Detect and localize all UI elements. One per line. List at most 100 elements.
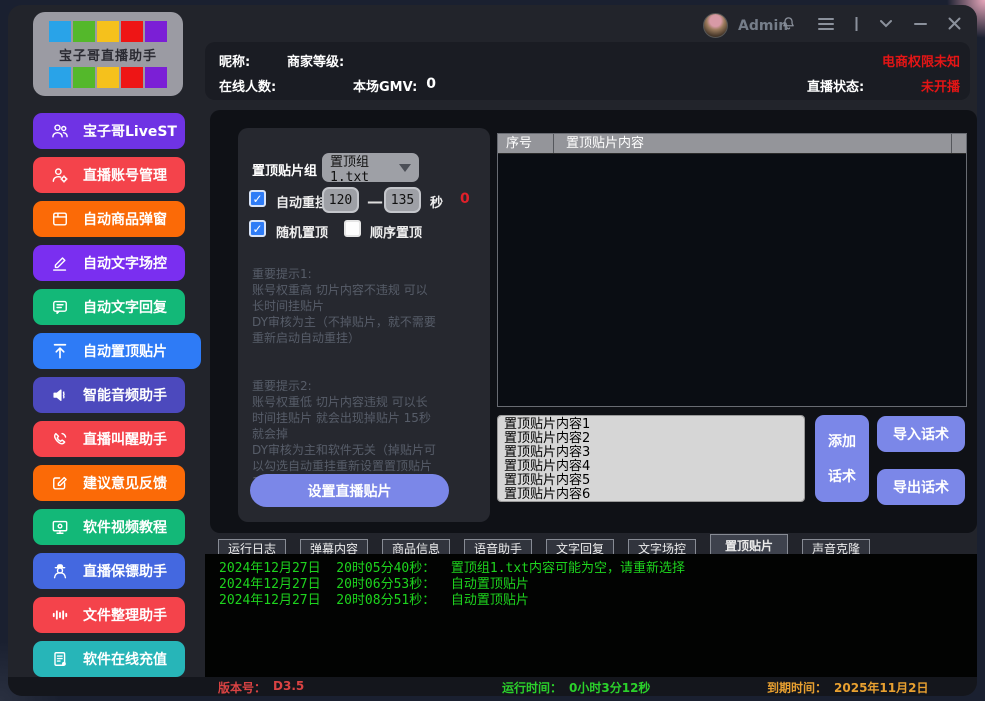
table-header-content: 置顶贴片内容: [554, 134, 952, 153]
logo-block: [145, 67, 167, 88]
video-tutorial-icon: [50, 517, 70, 537]
minimize-icon[interactable]: [914, 22, 927, 26]
range-dash: —: [367, 192, 383, 211]
pin-group-selected-value: 置顶组1.txt: [330, 151, 393, 185]
phone-icon: [50, 429, 70, 449]
sidebar-item-feedback[interactable]: 建议意见反馈: [33, 465, 185, 501]
desktop-background: 宝子哥直播助手 Admin: [0, 0, 985, 701]
rehang-max-input[interactable]: [384, 187, 421, 213]
auto-rehang-checkbox[interactable]: ✓: [249, 190, 266, 207]
runtime-value: 0小时3分12秒: [569, 679, 650, 696]
sidebar-item-pin-top[interactable]: 自动置顶贴片: [33, 333, 201, 369]
sidebar-item-label: 直播保镖助手: [83, 561, 167, 581]
live-status-label: 直播状态:: [807, 76, 864, 95]
sidebar-item-label: 软件视频教程: [83, 517, 167, 537]
logo-block: [121, 67, 143, 88]
logo-color-blocks-bottom: [49, 67, 167, 88]
sidebar-item-label: 自动商品弹窗: [83, 209, 167, 229]
close-icon[interactable]: [948, 17, 961, 30]
nickname-label: 昵称:: [219, 51, 250, 70]
waveform-icon: [50, 605, 70, 625]
sidebar-item-product-popup[interactable]: 自动商品弹窗: [33, 201, 185, 237]
pin-group-select[interactable]: 置顶组1.txt: [322, 153, 419, 182]
rehang-min-input[interactable]: [322, 187, 359, 213]
sidebar-item-label: 智能音频助手: [83, 385, 167, 405]
hint-1: 重要提示1: 账号权重高 切片内容不违规 可以 长时间挂贴片 DY审核为主（不掉…: [252, 266, 482, 346]
logo-block: [97, 21, 119, 42]
recharge-doc-icon: [50, 649, 70, 669]
import-phrases-button[interactable]: 导入话术: [877, 416, 965, 452]
menu-icon[interactable]: [818, 17, 834, 31]
people-icon: [50, 121, 70, 141]
chevron-down-icon[interactable]: [879, 19, 893, 28]
account-gear-icon: [50, 165, 70, 185]
sidebar-item-label: 自动置顶贴片: [83, 341, 167, 361]
table-header-stub: [952, 134, 966, 153]
set-live-sticker-button[interactable]: 设置直播贴片: [250, 474, 449, 507]
table-header: 序号 置顶贴片内容: [498, 134, 966, 154]
add-phrase-button[interactable]: 添加 话术: [815, 415, 869, 502]
sidebar-item-text-reply[interactable]: 自动文字回复: [33, 289, 185, 325]
dropdown-arrow-icon: [399, 164, 411, 172]
sidebar-item-online-recharge[interactable]: 软件在线充值: [33, 641, 185, 677]
logo-block: [97, 67, 119, 88]
runtime-label: 运行时间：: [502, 679, 562, 696]
logo-block: [73, 21, 95, 42]
phrase-list-input[interactable]: 置顶贴片内容1 置顶贴片内容2 置顶贴片内容3 置顶贴片内容4 置顶贴片内容5 …: [497, 415, 805, 502]
table-header-index: 序号: [498, 134, 554, 153]
export-phrases-button[interactable]: 导出话术: [877, 469, 965, 505]
status-bar: 版本号： D3.5 运行时间： 0小时3分12秒 到期时间： 2025年11月2…: [8, 677, 977, 696]
version-value: D3.5: [273, 679, 304, 696]
log-entry: 2024年12月27日 20时06分53秒： 自动置顶贴片: [219, 577, 977, 593]
chat-reply-icon: [50, 297, 70, 317]
random-pin-checkbox[interactable]: ✓: [249, 220, 266, 237]
pin-content-table[interactable]: 序号 置顶贴片内容: [497, 133, 967, 407]
sidebar-item-label: 文件整理助手: [83, 605, 167, 625]
bell-icon[interactable]: [780, 15, 797, 32]
logo-block: [121, 21, 143, 42]
pin-settings-panel: 置顶贴片组 置顶组1.txt ✓ 自动重挂 — 秒 0 ✓: [238, 128, 490, 522]
sidebar-item-text-control[interactable]: 自动文字场控: [33, 245, 185, 281]
app-logo: 宝子哥直播助手: [33, 12, 183, 96]
add-phrase-line1: 添加: [828, 431, 856, 451]
sequence-pin-label: 顺序置顶: [370, 222, 422, 241]
pencil-icon: [50, 253, 70, 273]
sidebar-item-label: 宝子哥LiveST: [83, 121, 177, 141]
expire-label: 到期时间：: [767, 679, 827, 696]
sidebar-item-label: 直播叫醒助手: [83, 429, 167, 449]
version-label: 版本号：: [218, 679, 266, 696]
log-entry: 2024年12月27日 20时08分51秒： 自动置顶贴片: [219, 593, 977, 609]
avatar[interactable]: [703, 13, 728, 38]
pin-top-icon: [50, 341, 70, 361]
expire-value: 2025年11月2日: [834, 679, 928, 696]
sidebar-item-account-manage[interactable]: 直播账号管理: [33, 157, 185, 193]
auto-rehang-label: 自动重挂: [276, 192, 328, 211]
seconds-label: 秒: [430, 192, 443, 211]
sidebar-item-livest[interactable]: 宝子哥LiveST: [33, 113, 185, 149]
sidebar-item-label: 建议意见反馈: [83, 473, 167, 493]
sidebar-item-wakeup-assistant[interactable]: 直播叫醒助手: [33, 421, 185, 457]
sidebar-item-bodyguard[interactable]: 直播保镖助手: [33, 553, 185, 589]
rehang-counter: 0: [460, 191, 470, 207]
divider: [855, 16, 858, 32]
merchant-level-label: 商家等级:: [287, 51, 344, 70]
live-info-panel: 昵称: 商家等级: 电商权限未知 在线人数: 本场GMV: 0 直播状态: 未开…: [205, 42, 970, 100]
important-hints: 重要提示1: 账号权重高 切片内容不违规 可以 长时间挂贴片 DY审核为主（不掉…: [252, 250, 482, 506]
pin-group-label: 置顶贴片组: [252, 160, 317, 179]
sidebar: 宝子哥LiveST 直播账号管理 自动商品弹窗 自动文字场控 自动文字回复 自动…: [33, 113, 233, 685]
log-entry: 2024年12月27日 20时05分40秒： 置顶组1.txt内容可能为空，请重…: [219, 561, 977, 577]
sidebar-item-label: 直播账号管理: [83, 165, 167, 185]
gmv-label: 本场GMV:: [353, 76, 417, 95]
sidebar-item-file-organizer[interactable]: 文件整理助手: [33, 597, 185, 633]
logo-block: [145, 21, 167, 42]
sidebar-item-label: 软件在线充值: [83, 649, 167, 669]
logo-block: [49, 21, 71, 42]
sidebar-item-audio-assistant[interactable]: 智能音频助手: [33, 377, 185, 413]
sequence-pin-checkbox[interactable]: [344, 220, 361, 237]
run-log-console[interactable]: 2024年12月27日 20时05分40秒： 置顶组1.txt内容可能为空，请重…: [205, 554, 977, 677]
sidebar-item-video-tutorial[interactable]: 软件视频教程: [33, 509, 185, 545]
pin-top-page: 置顶贴片组 置顶组1.txt ✓ 自动重挂 — 秒 0 ✓: [210, 110, 977, 533]
gmv-value: 0: [426, 76, 436, 95]
feedback-edit-icon: [50, 473, 70, 493]
product-popup-icon: [50, 209, 70, 229]
